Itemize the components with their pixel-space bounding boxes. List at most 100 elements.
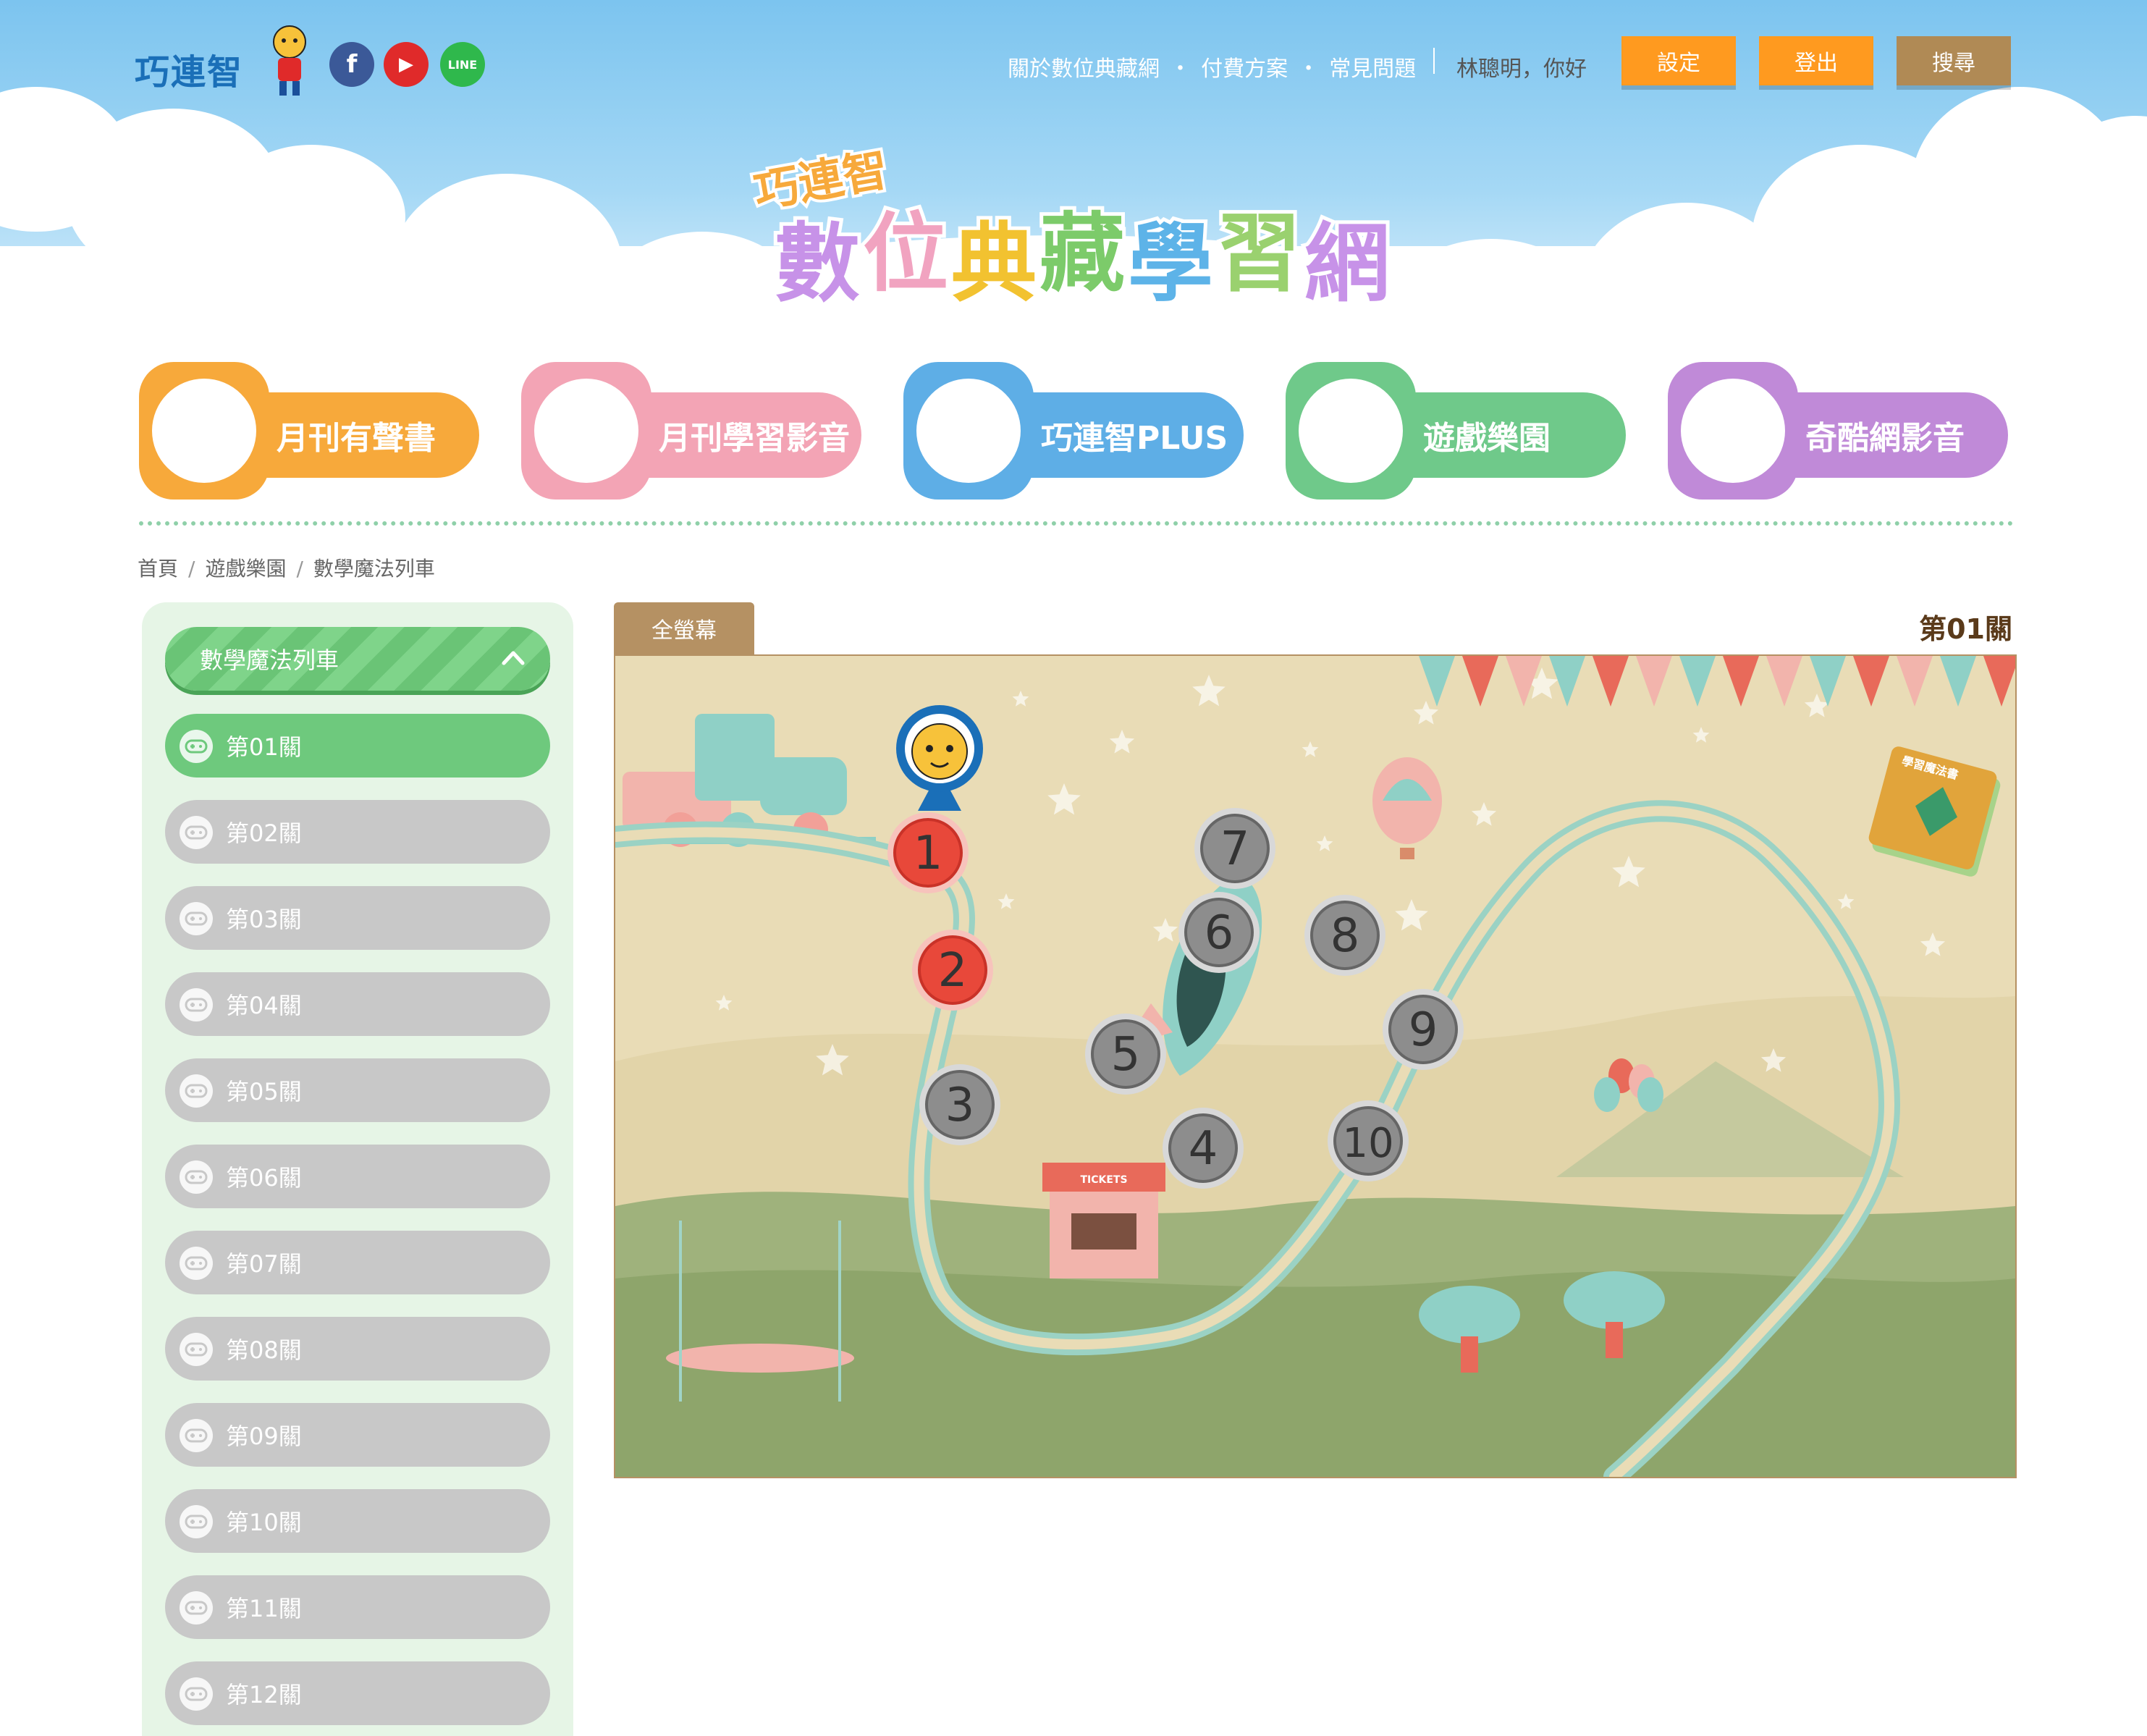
level-label: 第12關	[226, 1681, 302, 1708]
category-label: 月刊有聲書	[277, 420, 436, 457]
level-station-10[interactable]: 10	[1328, 1100, 1409, 1181]
game-menu-title: 數學魔法列車	[200, 646, 339, 674]
level-station-2[interactable]: 2	[912, 930, 993, 1011]
ticket-label: TICKETS	[1080, 1174, 1127, 1186]
level-label: 第07關	[226, 1250, 302, 1278]
divider-dotted	[139, 521, 2014, 526]
logo-char: 藏	[1039, 203, 1125, 303]
brand-logo[interactable]: 巧連智	[135, 43, 243, 94]
youtube-icon[interactable]: ▶	[384, 42, 429, 87]
search-button[interactable]: 搜尋	[1897, 36, 2011, 85]
station-number: 9	[1409, 1003, 1438, 1057]
rabbit-icon	[521, 362, 651, 500]
breadcrumb-home[interactable]: 首頁	[138, 557, 178, 581]
gamepad-icon	[180, 902, 213, 935]
nav-divider	[1433, 48, 1435, 74]
gamepad-icon	[180, 1419, 213, 1452]
level-item[interactable]: 第06關	[165, 1145, 550, 1208]
line-icon[interactable]: LINE	[440, 42, 485, 87]
station-number: 10	[1342, 1120, 1393, 1167]
station-number: 1	[914, 827, 943, 880]
logo-char: 習	[1216, 203, 1302, 303]
station-number: 4	[1189, 1122, 1218, 1176]
level-item[interactable]: 第10關	[165, 1489, 550, 1553]
category-label: 奇酷網影音	[1805, 420, 1965, 457]
gamepad-icon	[180, 730, 213, 763]
user-greeting: 林聰明，你好	[1456, 56, 1587, 82]
gamepad-icon	[180, 1160, 213, 1194]
level-item[interactable]: 第05關	[165, 1058, 550, 1122]
top-nav-links: 關於數位典藏網 ・ 付費方案 ・ 常見問題	[1008, 56, 1417, 82]
settings-button[interactable]: 設定	[1621, 36, 1736, 85]
station-number: 7	[1220, 822, 1250, 876]
level-item[interactable]: 第03關	[165, 886, 550, 950]
game-canvas[interactable]: TICKETS 學習魔法書 1 2 3 4 5 6 7 8 9 10	[614, 654, 2017, 1478]
facebook-icon[interactable]: f	[329, 42, 374, 87]
category-label: 月刊學習影音	[659, 420, 850, 457]
site-logo: 巧連智 數位典藏學習網	[717, 140, 1412, 337]
tiger-icon	[139, 362, 269, 500]
level-label: 第06關	[226, 1164, 302, 1192]
level-station-6[interactable]: 6	[1178, 892, 1260, 973]
level-station-5[interactable]: 5	[1085, 1014, 1166, 1095]
link-faq[interactable]: 常見問題	[1329, 56, 1416, 82]
level-item[interactable]: 第12關	[165, 1661, 550, 1725]
station-number: 2	[938, 944, 968, 998]
level-label: 第03關	[226, 906, 302, 933]
level-item[interactable]: 第11關	[165, 1575, 550, 1639]
level-station-3[interactable]: 3	[919, 1064, 1000, 1145]
breadcrumb-current: 數學魔法列車	[313, 557, 435, 581]
gamepad-icon	[180, 1074, 213, 1108]
level-label: 第02關	[226, 819, 302, 847]
station-number: 8	[1330, 909, 1360, 963]
logo-char: 網	[1304, 214, 1390, 313]
level-label: 第05關	[226, 1078, 302, 1105]
parrot-icon	[1286, 362, 1416, 500]
level-item[interactable]: 第08關	[165, 1317, 550, 1381]
category-label: 遊戲樂園	[1423, 420, 1551, 457]
level-item[interactable]: 第07關	[165, 1231, 550, 1294]
gamepad-icon	[180, 1333, 213, 1366]
level-station-1[interactable]: 1	[887, 812, 969, 893]
ticket-booth-icon: TICKETS	[1042, 1163, 1165, 1278]
link-pricing[interactable]: 付費方案	[1201, 56, 1288, 82]
level-item[interactable]: 第04關	[165, 972, 550, 1036]
logo-char: 位	[863, 203, 948, 303]
station-number: 5	[1111, 1028, 1141, 1082]
level-label: 第11關	[226, 1595, 302, 1622]
level-station-9[interactable]: 9	[1383, 989, 1464, 1070]
gamepad-icon	[180, 1247, 213, 1280]
gamepad-icon	[180, 1505, 213, 1538]
category-label: 巧連智PLUS	[1041, 420, 1228, 457]
level-label: 第01關	[226, 733, 302, 761]
category-parrot[interactable]: 遊戲樂園	[1286, 355, 1626, 500]
breadcrumb-game-park[interactable]: 遊戲樂園	[205, 557, 286, 581]
level-label: 第08關	[226, 1336, 302, 1364]
logo-char: 學	[1128, 214, 1213, 313]
fullscreen-button[interactable]: 全螢幕	[614, 602, 754, 654]
category-chicken[interactable]: 奇酷網影音	[1668, 355, 2008, 500]
category-tiger[interactable]: 月刊有聲書	[139, 355, 479, 500]
level-station-7[interactable]: 7	[1194, 808, 1275, 889]
category-rabbit[interactable]: 月刊學習影音	[521, 355, 861, 500]
level-station-4[interactable]: 4	[1163, 1108, 1244, 1189]
breadcrumb: 首頁 / 遊戲樂園 / 數學魔法列車	[138, 557, 435, 581]
gamepad-icon	[180, 816, 213, 849]
level-label: 第09關	[226, 1423, 302, 1450]
link-about[interactable]: 關於數位典藏網	[1008, 56, 1160, 82]
cat-icon	[903, 362, 1034, 500]
level-sidebar: 數學魔法列車 第01關第02關第03關第04關第05關第06關第07關第08關第…	[142, 602, 573, 1736]
current-level-title: 第01關	[1919, 613, 2012, 645]
level-item[interactable]: 第09關	[165, 1403, 550, 1467]
gamepad-icon	[180, 1591, 213, 1625]
logo-char: 典	[951, 214, 1037, 313]
station-number: 6	[1205, 906, 1234, 960]
chevron-up-icon[interactable]	[495, 640, 531, 676]
level-station-8[interactable]: 8	[1304, 895, 1385, 976]
level-item[interactable]: 第02關	[165, 800, 550, 864]
logout-button[interactable]: 登出	[1759, 36, 1873, 85]
game-menu-header[interactable]: 數學魔法列車	[165, 627, 550, 691]
category-cat[interactable]: 巧連智PLUS	[903, 355, 1244, 500]
station-number: 3	[945, 1079, 975, 1132]
level-item[interactable]: 第01關	[165, 714, 550, 778]
